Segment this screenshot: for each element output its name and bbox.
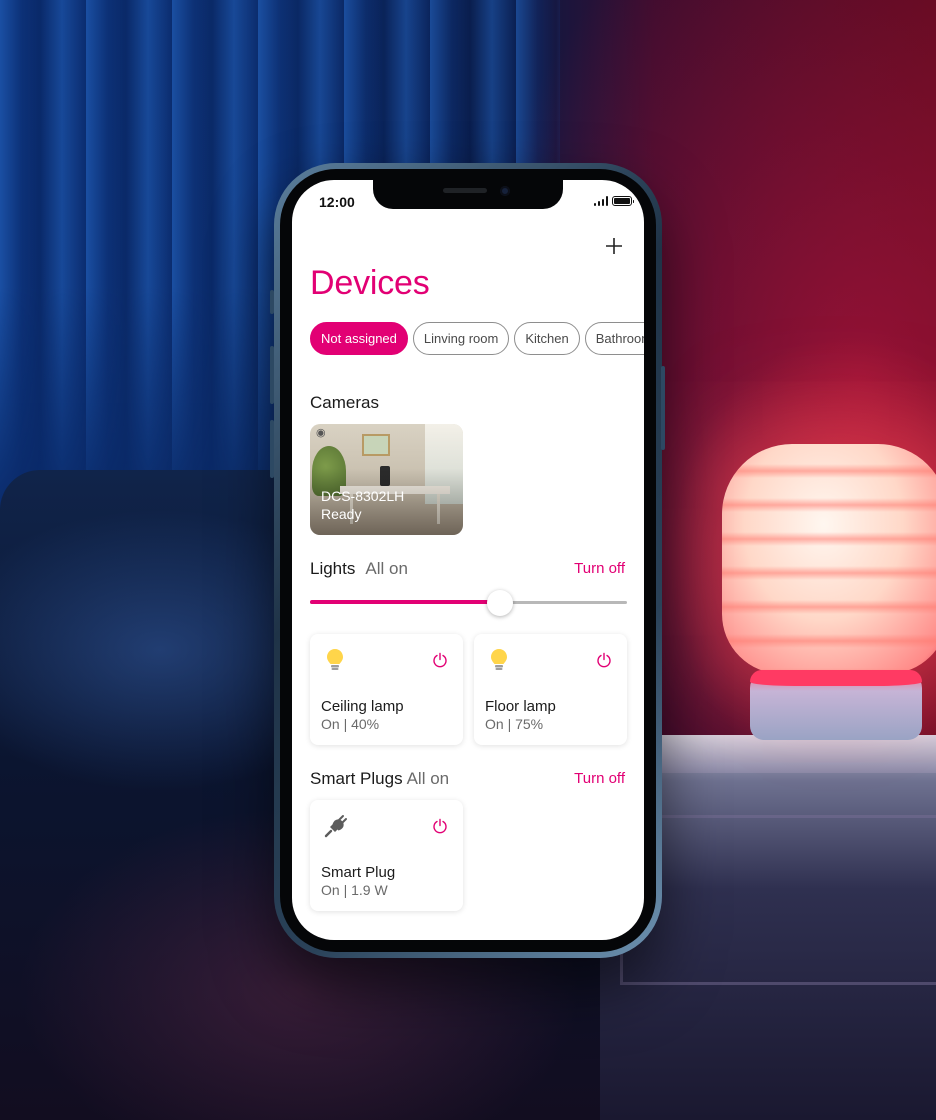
smart-plugs-title: Smart Plugs — [310, 769, 403, 788]
status-icons — [593, 196, 634, 206]
volume-up-button — [270, 346, 274, 404]
lights-section-title: Lights All on — [310, 559, 408, 579]
add-device-button[interactable] — [600, 232, 628, 260]
camera-name: DCS-8302LH — [321, 488, 405, 504]
power-icon[interactable] — [432, 652, 448, 668]
power-icon[interactable] — [596, 652, 612, 668]
mute-switch — [270, 290, 274, 314]
battery-icon — [612, 196, 634, 206]
plug-icon — [324, 815, 347, 838]
volume-down-button — [270, 420, 274, 478]
app-screen: 12:00 Devices Not assigned Linving room Ki… — [292, 180, 644, 940]
device-name: Smart Plug — [321, 864, 396, 881]
lamp-base — [750, 670, 922, 740]
chip-bathroom[interactable]: Bathroom — [584, 322, 644, 355]
plus-icon — [606, 238, 622, 254]
page-title: Devices — [310, 264, 430, 302]
notch — [373, 180, 563, 209]
bulb-icon — [491, 649, 507, 670]
table-lamp — [722, 444, 936, 674]
power-button — [661, 366, 665, 450]
lights-title: Lights — [310, 559, 356, 578]
chip-not-assigned[interactable]: Not assigned — [310, 322, 408, 355]
slider-fill — [310, 600, 501, 604]
device-name: Ceiling lamp — [321, 698, 404, 715]
camera-status: Ready — [321, 506, 362, 522]
next-section-title-cut-off — [328, 932, 408, 940]
smart-plugs-summary: All on — [406, 769, 450, 788]
cameras-section-title: Cameras — [310, 393, 379, 412]
chip-living-room[interactable]: Linving room — [412, 322, 510, 355]
device-status: On | 75% — [485, 716, 544, 732]
light-card-floor-lamp[interactable]: Floor lamp On | 75% — [474, 634, 627, 745]
bulb-icon — [327, 649, 343, 670]
front-camera-icon — [500, 186, 510, 196]
slider-thumb[interactable] — [487, 590, 514, 616]
power-icon[interactable] — [432, 818, 448, 834]
smart-plugs-turn-off-button[interactable]: Turn off — [574, 770, 625, 787]
lights-turn-off-button[interactable]: Turn off — [574, 560, 625, 577]
plug-card-smart-plug[interactable]: Smart Plug On | 1.9 W — [310, 800, 463, 911]
room-filter-chips: Not assignedLinving roomKitchenBathroom — [310, 322, 644, 358]
signal-icon — [593, 196, 608, 206]
device-status: On | 40% — [321, 716, 380, 732]
status-time: 12:00 — [319, 194, 355, 210]
camera-preview-icon: ◉ — [316, 427, 326, 439]
lights-summary: All on — [365, 559, 408, 578]
smart-plugs-section-title: Smart Plugs All on — [310, 769, 449, 789]
brightness-slider[interactable] — [310, 590, 627, 616]
camera-card[interactable]: ◉ DCS-8302LH Ready — [310, 424, 463, 535]
device-name: Floor lamp — [485, 698, 556, 715]
light-card-ceiling-lamp[interactable]: Ceiling lamp On | 40% — [310, 634, 463, 745]
device-status: On | 1.9 W — [321, 882, 388, 898]
chip-kitchen[interactable]: Kitchen — [514, 322, 580, 355]
